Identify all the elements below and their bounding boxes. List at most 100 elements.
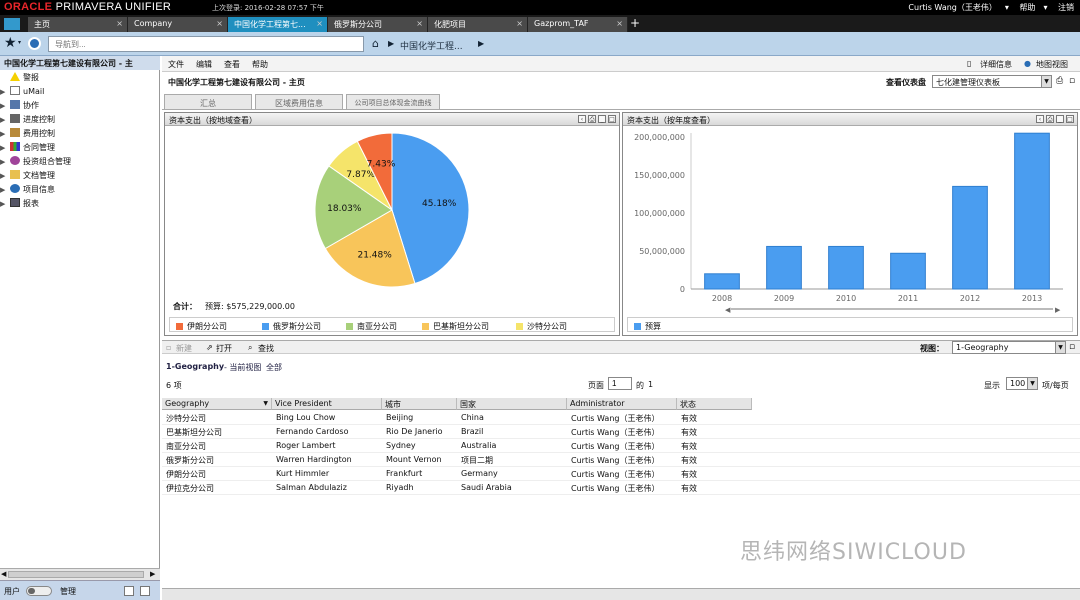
dropdown-caret-icon[interactable]: ▾ — [1005, 3, 1009, 12]
table-row[interactable]: 伊朗分公司 Kurt Himmler Frankfurt Germany Curtis … — [162, 467, 1080, 481]
table-row[interactable]: 南亚分公司 Roger Lambert Sydney Australia Curtis … — [162, 439, 1080, 453]
bar-chart-icon[interactable] — [4, 18, 20, 30]
bar[interactable] — [704, 273, 740, 290]
help-menu[interactable]: 帮助 — [1019, 3, 1035, 12]
menu-help[interactable]: 帮助 — [252, 59, 268, 70]
scroll-right-icon[interactable]: ▶ — [150, 570, 155, 578]
all-link[interactable]: 全部 — [266, 362, 282, 373]
column-header[interactable]: Vice President — [272, 398, 382, 410]
find-button[interactable]: 查找 — [258, 343, 274, 354]
page-input[interactable] — [608, 377, 632, 390]
chevron-down-icon[interactable]: ▼ — [1041, 76, 1051, 87]
add-tab-icon[interactable]: + — [630, 16, 640, 30]
sidebar-item-documents[interactable]: ▶ 文档管理 — [0, 170, 55, 184]
document-icon[interactable]: ▯ — [967, 59, 971, 68]
window-icon[interactable] — [124, 586, 134, 596]
open-button[interactable]: 打开 — [216, 343, 232, 354]
sidebar-item-umail[interactable]: ▶ uMail — [0, 86, 44, 100]
admin-mode-label[interactable]: 管理 — [60, 586, 76, 597]
column-header[interactable]: 城市 — [382, 398, 457, 410]
column-header[interactable]: Geography ▼ — [162, 398, 272, 410]
close-icon[interactable]: × — [216, 19, 223, 28]
star-icon[interactable]: ★ — [4, 35, 17, 51]
bar[interactable] — [952, 185, 988, 290]
dashboard-select[interactable]: 七化建管理仪表板 ▼ — [932, 75, 1052, 88]
new-button[interactable]: 新建 — [176, 343, 192, 354]
close-icon[interactable]: × — [116, 19, 123, 28]
scroll-left-icon[interactable]: ◀ — [1, 570, 6, 578]
window-icon[interactable] — [140, 586, 150, 596]
globe-icon[interactable]: ● — [1024, 59, 1031, 68]
bar[interactable] — [890, 252, 926, 290]
breadcrumb[interactable]: 中国化学工程... — [400, 39, 463, 52]
close-icon[interactable]: × — [516, 19, 523, 28]
sort-icon[interactable]: ▼ — [263, 400, 268, 407]
tab-region-cost[interactable]: 区域费用信息 — [255, 94, 343, 110]
refresh-icon[interactable]: ‹ — [578, 115, 586, 123]
details-button[interactable]: 详细信息 — [980, 59, 1012, 70]
table-row[interactable]: 巴基斯坦分公司 Fernando Cardoso Rio De Janerio Bra… — [162, 425, 1080, 439]
refresh-icon[interactable]: ‹ — [1036, 115, 1044, 123]
close-icon[interactable]: × — [316, 19, 323, 28]
tab-home[interactable]: 主页 × — [28, 17, 128, 32]
maximize-icon[interactable]: □ — [1066, 115, 1074, 123]
column-header[interactable]: 状态 — [677, 398, 752, 410]
tab-summary[interactable]: 汇总 — [164, 94, 252, 110]
bar[interactable] — [766, 245, 802, 290]
maximize-icon[interactable]: □ — [608, 115, 616, 123]
sidebar-title[interactable]: 中国化学工程第七建设有限公司 - 主 — [0, 56, 160, 70]
tab-gazprom[interactable]: Gazprom_TAF × — [528, 17, 628, 32]
bar[interactable] — [828, 245, 864, 290]
table-row[interactable]: 沙特分公司 Bing Lou Chow Beijing China Curtis Wan… — [162, 411, 1080, 425]
logout-link[interactable]: 注销 — [1058, 3, 1074, 12]
globe-icon[interactable] — [28, 37, 41, 50]
sidebar-item-reports[interactable]: ▶ 报表 — [0, 198, 39, 212]
chevron-down-icon[interactable]: ▾ — [18, 39, 21, 46]
minimize-icon[interactable]: _ — [1056, 115, 1064, 123]
tab-fertilizer[interactable]: 化肥项目 × — [428, 17, 528, 32]
view-select[interactable]: 1-Geography ▼ — [952, 341, 1066, 354]
dropdown-caret-icon[interactable]: ▾ — [1043, 3, 1047, 12]
bar[interactable] — [1014, 132, 1050, 290]
chevron-right-icon[interactable]: ▶ — [478, 39, 484, 48]
sidebar-scrollbar[interactable]: ◀ ▶ — [0, 568, 160, 580]
chevron-down-icon[interactable]: ▼ — [1027, 378, 1037, 389]
menu-file[interactable]: 文件 — [168, 59, 184, 70]
tab-company[interactable]: Company × — [128, 17, 228, 32]
table-row[interactable]: 伊拉克分公司 Salman Abdulaziz Riyadh Saudi Arabia… — [162, 481, 1080, 495]
tab-cc7[interactable]: 中国化学工程第七... × — [228, 17, 328, 32]
menu-edit[interactable]: 编辑 — [196, 59, 212, 70]
sidebar-item-cost[interactable]: ▶ 费用控制 — [0, 128, 55, 142]
user-mode-label[interactable]: 用户 — [4, 586, 20, 597]
sidebar-item-project-info[interactable]: ▶ 项目信息 — [0, 184, 55, 198]
printer-icon[interactable]: ⎙ — [588, 115, 596, 123]
page-size-select[interactable]: 100 ▼ — [1006, 377, 1038, 390]
sidebar-item-portfolio[interactable]: ▶ 投资组合管理 — [0, 156, 71, 170]
sidebar-item-contracts[interactable]: ▶ 合同管理 — [0, 142, 55, 156]
navigate-input[interactable] — [48, 36, 364, 52]
sidebar-item-alerts[interactable]: 警报 — [0, 72, 39, 86]
window-icon[interactable]: ▫ — [1069, 342, 1075, 352]
scroll-thumb[interactable] — [8, 571, 144, 578]
printer-icon — [10, 198, 20, 207]
home-icon[interactable]: ⌂ — [372, 37, 379, 50]
close-icon[interactable]: × — [416, 19, 423, 28]
map-view-button[interactable]: 地图视图 — [1036, 59, 1068, 70]
printer-icon[interactable]: ⎙ — [1046, 115, 1054, 123]
menu-view[interactable]: 查看 — [224, 59, 240, 70]
chevron-down-icon[interactable]: ▼ — [1055, 342, 1065, 353]
tab-cashflow-curve[interactable]: 公司项目总体现金流曲线 — [346, 94, 440, 110]
column-header[interactable]: Administrator — [567, 398, 677, 410]
sidebar-item-collaboration[interactable]: ▶ 协作 — [0, 100, 39, 114]
tab-russia[interactable]: 俄罗斯分公司 × — [328, 17, 428, 32]
table-row[interactable]: 俄罗斯分公司 Warren Hardington Mount Vernon 项目二期 C… — [162, 453, 1080, 467]
printer-icon[interactable]: ⎙ — [1056, 76, 1063, 86]
sidebar-item-schedule[interactable]: ▶ 进度控制 — [0, 114, 55, 128]
close-icon[interactable]: × — [616, 19, 623, 28]
horizontal-scrollbar[interactable] — [162, 588, 1080, 600]
mode-toggle[interactable] — [26, 586, 52, 596]
user-menu[interactable]: Curtis Wang（王老伟） — [908, 3, 996, 12]
minimize-icon[interactable]: _ — [598, 115, 606, 123]
window-icon[interactable]: ▫ — [1069, 76, 1075, 86]
column-header[interactable]: 国家 — [457, 398, 567, 410]
